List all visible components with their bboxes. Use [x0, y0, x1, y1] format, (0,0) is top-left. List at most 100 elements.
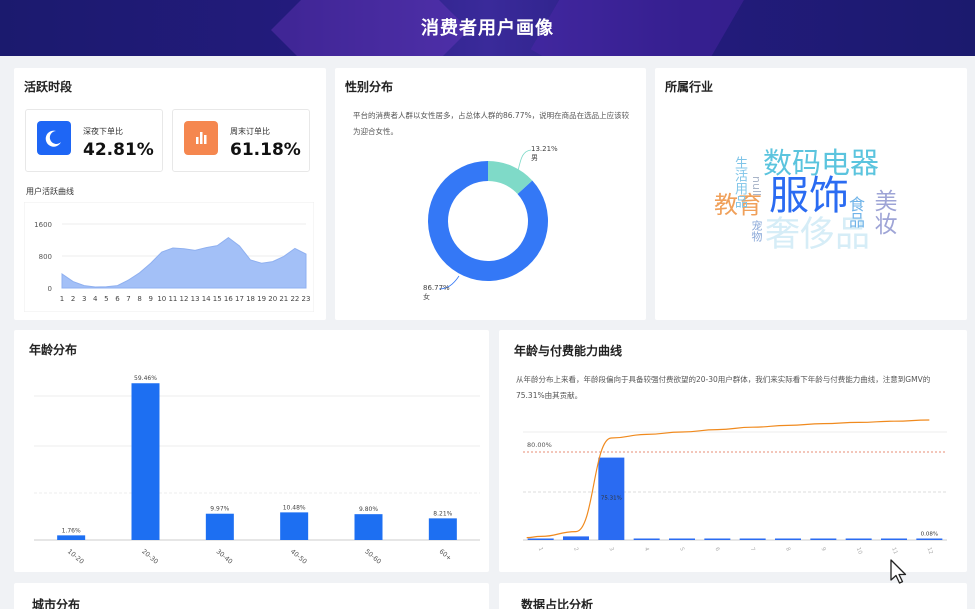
- pay-bar: [563, 536, 589, 540]
- weekend-order-value: 61.18%: [230, 140, 301, 160]
- bar-value-label: 75.31%: [601, 496, 622, 502]
- word-beauty: 美妆: [870, 189, 896, 235]
- industry-card: 所属行业 奢侈品 数码电器 服饰 教育 美妆 食品 生活用品 null 宠物: [655, 68, 967, 320]
- y-tick-label: 800: [39, 253, 52, 261]
- gender-pie-chart: 13.21%男 86.77%女: [423, 145, 558, 301]
- x-tick-label: 2: [572, 547, 579, 552]
- x-tick-label: 1: [60, 295, 64, 303]
- pay-bar: [916, 538, 943, 540]
- x-tick-label: 9: [148, 295, 152, 303]
- weekend-order-label: 周末订单比: [230, 127, 270, 136]
- night-order-stat: 深夜下单比 42.81%: [25, 109, 163, 172]
- x-tick-label: 15: [213, 295, 222, 303]
- age-pay-description: 从年龄分布上来看，年龄段偏向于具备较强付费欲望的20-30用户群体，我们来实际看…: [516, 375, 931, 400]
- card-title: 年龄与付费能力曲线: [514, 344, 623, 358]
- x-tick-label: 4: [93, 295, 98, 303]
- x-tick-label: 23: [302, 295, 311, 303]
- x-tick-label: 40-50: [289, 547, 309, 565]
- x-tick-label: 17: [235, 295, 244, 303]
- x-tick-label: 9: [819, 547, 826, 553]
- pay-bar: [527, 538, 554, 540]
- x-tick-label: 50-60: [363, 547, 383, 565]
- x-tick-label: 12: [925, 547, 933, 556]
- y-tick-label: 1600: [34, 221, 52, 229]
- page-header: 消费者用户画像: [0, 0, 975, 56]
- x-tick-label: 3: [607, 547, 614, 553]
- gender-card: 性别分布 平台的消费者人群以女性居多，占总体人群的86.77%，说明在商品在选品…: [335, 68, 646, 320]
- pie-category-label: 女: [423, 292, 430, 301]
- x-tick-label: 11: [890, 547, 898, 556]
- x-tick-label: 7: [749, 547, 756, 553]
- pie-value-label: 86.77%: [423, 284, 450, 292]
- bar-value-label: 10.48%: [283, 504, 306, 511]
- x-tick-label: 6: [713, 547, 720, 553]
- x-tick-label: 21: [279, 295, 288, 303]
- bar-chart-icon: [184, 121, 218, 155]
- pie-category-label: 男: [531, 154, 538, 162]
- pie-value-label: 13.21%: [531, 145, 558, 153]
- activity-curve-chart: 080016001 2 3 4 5 6 7 8 9 10 11 12 13 14 15 16 17 18 19 20 2…: [24, 202, 314, 312]
- age-bar: [131, 383, 160, 540]
- pay-bar: [704, 538, 731, 540]
- city-distribution-card: 城市分布: [14, 583, 489, 609]
- card-title: 城市分布: [32, 598, 81, 609]
- x-tick-label: 5: [678, 547, 685, 553]
- x-tick-label: 20: [268, 295, 277, 303]
- bar-value-label: 9.97%: [210, 506, 229, 513]
- age-pay-card: 年龄与付费能力曲线 从年龄分布上来看，年龄段偏向于具备较强付费欲望的20-30用…: [499, 330, 967, 572]
- label-leader: [517, 149, 532, 172]
- mouse-cursor-icon: [890, 559, 907, 584]
- x-tick-label: 12: [180, 295, 189, 303]
- activity-card: 活跃时段 深夜下单比 42.81% 周末订单比 61.18% 用户活跃曲线 0 8…: [14, 68, 326, 320]
- age-bar: [354, 514, 383, 540]
- x-tick-label: 11: [168, 295, 177, 303]
- card-title: 活跃时段: [24, 80, 73, 94]
- age-bar-chart: 1.76% 10-20 59.46% 20-30 9.97% 30-40 10.48% 40-…: [34, 375, 480, 566]
- industry-word-cloud: 奢侈品 数码电器 服饰 教育 美妆 食品 生活用品 null 宠物: [655, 68, 967, 320]
- x-tick-label: 8: [137, 295, 141, 303]
- x-tick-label: 60+: [438, 547, 454, 562]
- activity-area: [61, 236, 307, 289]
- markline-label: 80.00%: [527, 441, 552, 449]
- page-title: 消费者用户画像: [421, 18, 554, 39]
- x-tick-label: 20-30: [140, 547, 160, 565]
- word-food: 食品: [846, 196, 865, 228]
- pay-bar: [881, 538, 907, 540]
- night-order-value: 42.81%: [83, 140, 154, 160]
- night-order-label: 深夜下单比: [83, 127, 123, 136]
- bar-value-label: 9.80%: [359, 506, 378, 513]
- pay-bar: [775, 538, 801, 540]
- x-tick-label: 13: [191, 295, 200, 303]
- x-tick-label: 7: [126, 295, 130, 303]
- word-apparel: 服饰: [769, 173, 849, 219]
- cumulative-line: [526, 419, 930, 539]
- x-tick-label: 22: [290, 295, 299, 303]
- age-bar: [205, 513, 234, 540]
- x-tick-label: 10: [855, 547, 863, 556]
- x-tick-label: 30-40: [215, 547, 235, 565]
- bar-value-label: 1.76%: [62, 527, 81, 534]
- x-tick-label: 19: [257, 295, 266, 303]
- word-daily-goods: 生活用品: [732, 156, 747, 208]
- x-tick-label: 6: [115, 295, 120, 303]
- word-pets: 宠物: [750, 220, 763, 242]
- word-null: null: [750, 176, 763, 197]
- y-tick-label: 0: [48, 285, 52, 293]
- x-tick-label: 1: [537, 547, 544, 552]
- pay-bar: [810, 538, 837, 540]
- x-tick-label: 2: [71, 295, 75, 303]
- activity-curve-label: 用户活跃曲线: [26, 187, 74, 196]
- bar-value-label: 8.21%: [433, 510, 452, 517]
- card-title: 年龄分布: [29, 343, 78, 357]
- card-title: 数据占比分析: [521, 598, 594, 609]
- x-tick-label: 10-20: [66, 547, 86, 565]
- x-tick-label: 18: [246, 295, 255, 303]
- x-tick-label: 14: [202, 295, 211, 303]
- age-distribution-card: 年龄分布 1.76% 10-20 59.46% 20-30 9.97% 30-40 10.4…: [14, 330, 489, 572]
- bar-value-label: 59.46%: [134, 375, 157, 382]
- age-bar: [428, 518, 457, 540]
- pay-bar: [739, 538, 766, 540]
- x-tick-label: 4: [643, 547, 650, 553]
- x-tick-label: 16: [224, 295, 233, 303]
- age-bar: [57, 535, 86, 540]
